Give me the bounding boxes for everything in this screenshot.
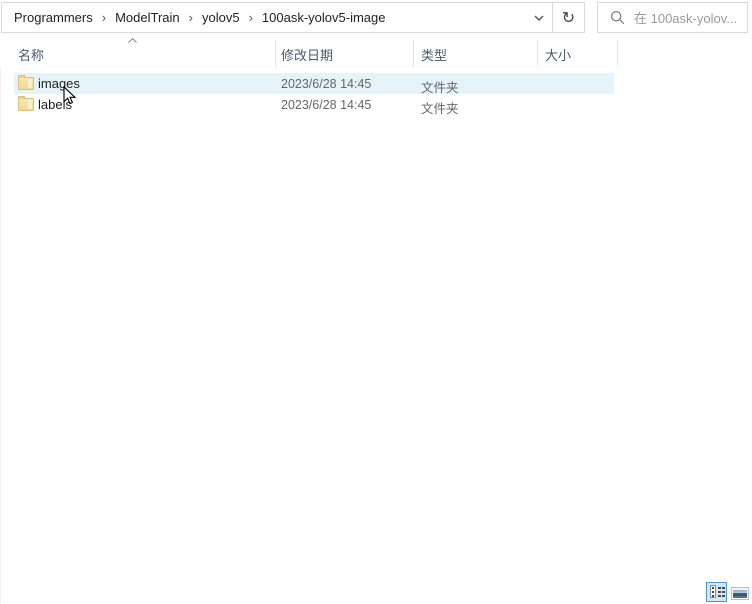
breadcrumb-separator-icon: › [188,10,193,25]
search-input[interactable]: 在 100ask-yolov... [597,2,748,33]
column-header-date-modified[interactable]: 修改日期 [281,45,333,64]
breadcrumb-item-100ask-yolov5-image[interactable]: 100ask-yolov5-image [259,10,389,25]
folder-icon [18,75,34,90]
breadcrumb: Programmers › ModelTrain › yolov5 › 100a… [2,3,525,32]
breadcrumb-separator-icon: › [101,10,107,25]
file-name: labels [38,97,72,112]
column-header-size[interactable]: 大小 [545,45,571,64]
search-placeholder: 在 100ask-yolov... [634,11,738,26]
column-resize-handle[interactable] [617,40,618,67]
file-type: 文件夹 [421,102,459,116]
file-explorer-window: Programmers › ModelTrain › yolov5 › 100a… [0,0,752,604]
file-row-images[interactable]: images 2023/6/28 14:45 文件夹 [14,73,614,95]
breadcrumb-item-modeltrain[interactable]: ModelTrain [112,10,183,25]
column-resize-handle[interactable] [275,40,276,67]
file-date-modified: 2023/6/28 14:45 [281,77,372,91]
file-row-labels[interactable]: labels 2023/6/28 14:45 文件夹 [14,94,614,116]
refresh-button[interactable]: ↻ [553,3,584,32]
thumbnail-view-button[interactable] [731,587,749,600]
column-header-type[interactable]: 类型 [421,45,447,64]
column-header-row: 名称 修改日期 类型 大小 [0,36,752,68]
breadcrumb-item-yolov5[interactable]: yolov5 [199,10,243,25]
refresh-icon: ↻ [561,9,576,27]
address-dropdown-button[interactable] [525,3,552,32]
column-resize-handle[interactable] [537,40,538,67]
sort-ascending-icon [128,38,137,43]
chevron-down-icon [534,15,543,21]
file-name: images [38,76,80,91]
column-header-name[interactable]: 名称 [18,45,44,64]
window-left-edge [0,36,1,604]
breadcrumb-separator-icon: › [248,10,253,25]
breadcrumb-item-programmers[interactable]: Programmers [11,10,96,25]
address-bar[interactable]: Programmers › ModelTrain › yolov5 › 100a… [1,2,585,33]
search-icon [610,10,625,25]
column-resize-handle[interactable] [413,40,414,67]
file-date-modified: 2023/6/28 14:45 [281,98,372,112]
folder-icon [18,96,34,111]
details-view-button[interactable] [706,582,727,602]
